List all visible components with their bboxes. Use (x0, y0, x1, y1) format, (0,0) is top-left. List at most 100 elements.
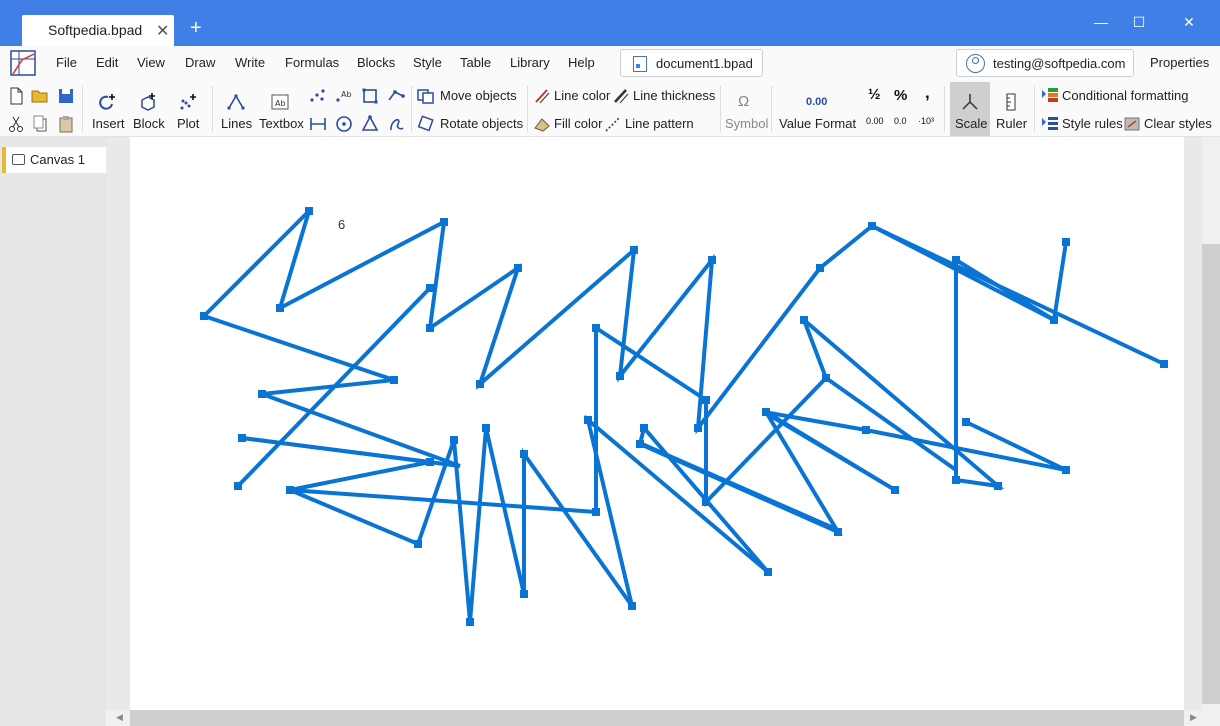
canvas-main-polyline[interactable] (276, 210, 1068, 623)
horizontal-scrollbar-thumb[interactable] (130, 710, 1184, 726)
document-button[interactable]: document1.bpad (620, 49, 763, 77)
canvas-vertex-handle[interactable] (592, 324, 600, 332)
value-format-button[interactable]: Value Format (779, 116, 856, 131)
dimension-icon[interactable] (308, 114, 328, 134)
canvas-vertex-handle[interactable] (994, 482, 1002, 490)
canvas-vertex-handle[interactable] (834, 528, 842, 536)
curve-icon[interactable] (386, 114, 406, 134)
scroll-right-arrow-icon[interactable]: ▶ (1190, 712, 1197, 723)
conditional-formatting-button[interactable]: Conditional formatting (1062, 88, 1188, 103)
insert-icon[interactable] (98, 92, 118, 112)
decrease-decimals-icon[interactable]: 0.0 (894, 116, 907, 126)
canvas-vertex-handle[interactable] (862, 426, 870, 434)
line-pattern-icon[interactable] (603, 114, 623, 134)
canvas-vertex-handle[interactable] (592, 508, 600, 516)
points-icon[interactable] (308, 86, 328, 106)
menu-blocks[interactable]: Blocks (357, 55, 395, 70)
canvas-vertex-handle[interactable] (286, 486, 294, 494)
line-pattern-button[interactable]: Line pattern (625, 116, 694, 131)
canvas-vertex-handle[interactable] (628, 602, 636, 610)
paste-icon[interactable] (56, 114, 76, 134)
fill-color-icon[interactable] (532, 114, 552, 134)
canvas-line-segment[interactable] (871, 224, 1165, 366)
canvas-line-segment[interactable] (203, 314, 395, 382)
canvas-vertex-handle[interactable] (822, 374, 830, 382)
triangle-icon[interactable] (360, 114, 380, 134)
ruler-icon[interactable] (1001, 92, 1021, 112)
menu-file[interactable]: File (56, 55, 77, 70)
insert-button[interactable]: Insert (92, 116, 125, 131)
clear-styles-icon[interactable] (1122, 114, 1142, 134)
canvas-vertex-handle[interactable] (450, 436, 458, 444)
canvas-vertex-handle[interactable] (482, 424, 490, 432)
menu-write[interactable]: Write (235, 55, 265, 70)
document-tab[interactable]: Softpedia.bpad ✕ (22, 15, 174, 46)
cut-icon[interactable] (6, 114, 26, 134)
canvas-vertex-handle[interactable] (1062, 238, 1070, 246)
line-thickness-icon[interactable] (611, 86, 631, 106)
polyline-icon[interactable] (386, 86, 406, 106)
rectangle-icon[interactable] (360, 86, 380, 106)
canvas-line-segment[interactable] (289, 460, 431, 492)
canvas-vertex-handle[interactable] (520, 590, 528, 598)
line-color-button[interactable]: Line color (554, 88, 610, 103)
fill-color-button[interactable]: Fill color (554, 116, 602, 131)
canvas-line-segment[interactable] (236, 286, 432, 488)
save-icon[interactable] (56, 86, 76, 106)
move-objects-icon[interactable] (416, 86, 436, 106)
menu-draw[interactable]: Draw (185, 55, 215, 70)
maximize-button[interactable]: ☐ (1116, 8, 1162, 36)
vertical-scrollbar[interactable] (1202, 137, 1220, 726)
lines-icon[interactable] (226, 92, 246, 112)
symbol-button[interactable]: Symbol (725, 116, 768, 131)
conditional-formatting-icon[interactable] (1040, 86, 1060, 106)
canvas-vertex-handle[interactable] (952, 476, 960, 484)
canvas-vertex-handle[interactable] (200, 312, 208, 320)
style-rules-button[interactable]: Style rules (1062, 116, 1123, 131)
line-color-icon[interactable] (532, 86, 552, 106)
canvas-vertex-handle[interactable] (520, 450, 528, 458)
menu-formulas[interactable]: Formulas (285, 55, 339, 70)
canvas-vertex-handle[interactable] (305, 207, 313, 215)
canvas-vertex-handle[interactable] (816, 264, 824, 272)
new-tab-button[interactable]: + (190, 18, 202, 38)
open-folder-icon[interactable] (30, 86, 50, 106)
menu-table[interactable]: Table (460, 55, 491, 70)
canvas-vertex-handle[interactable] (1050, 316, 1058, 324)
rotate-objects-icon[interactable] (416, 114, 436, 134)
menu-view[interactable]: View (137, 55, 165, 70)
copy-icon[interactable] (30, 114, 50, 134)
canvas-vertex-handle[interactable] (868, 222, 876, 230)
scientific-format-icon[interactable]: ·10³ (918, 116, 934, 126)
canvas-vertex-handle[interactable] (630, 246, 638, 254)
block-button[interactable]: Block (133, 116, 165, 131)
plot-button[interactable]: Plot (177, 116, 199, 131)
textbox-button[interactable]: Textbox (259, 116, 304, 131)
canvas-vertex-handle[interactable] (466, 618, 474, 626)
canvas-vertex-handle[interactable] (426, 284, 434, 292)
canvas-vertex-handle[interactable] (258, 390, 266, 398)
fraction-format-icon[interactable]: ½ (868, 86, 881, 103)
style-rules-icon[interactable] (1040, 114, 1060, 134)
canvas-vertex-handle[interactable] (238, 434, 246, 442)
canvas-line-segment[interactable] (824, 376, 958, 472)
canvas-vertex-handle[interactable] (426, 458, 434, 466)
app-logo-icon[interactable] (10, 50, 36, 76)
rotate-objects-button[interactable]: Rotate objects (440, 116, 523, 131)
textbox-icon[interactable]: Ab (270, 92, 290, 112)
canvas-vertex-handle[interactable] (762, 408, 770, 416)
canvas-vertex-handle[interactable] (390, 376, 398, 384)
line-thickness-button[interactable]: Line thickness (633, 88, 715, 103)
horizontal-scrollbar[interactable]: ◀ ▶ (106, 710, 1202, 726)
canvas-vertex-handle[interactable] (514, 264, 522, 272)
lines-button[interactable]: Lines (221, 116, 252, 131)
canvas-list-item[interactable]: Canvas 1 (2, 147, 106, 173)
properties-button[interactable]: Properties (1150, 55, 1209, 70)
close-window-button[interactable]: ✕ (1166, 8, 1212, 36)
thousands-separator-icon[interactable]: , (925, 83, 930, 103)
canvas-vertex-handle[interactable] (800, 316, 808, 324)
canvas-vertex-handle[interactable] (440, 218, 448, 226)
canvas-vertex-handle[interactable] (702, 498, 710, 506)
new-file-icon[interactable] (6, 86, 26, 106)
scroll-left-arrow-icon[interactable]: ◀ (116, 712, 123, 723)
